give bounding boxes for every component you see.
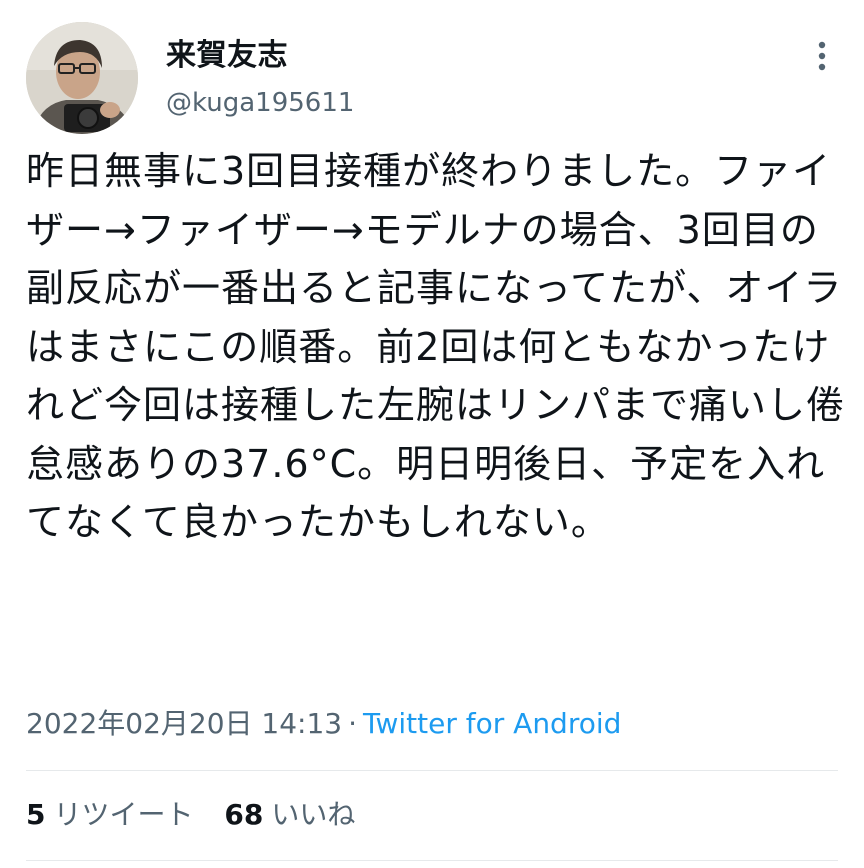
- tweet-source-link[interactable]: Twitter for Android: [363, 707, 621, 740]
- meta-separator: ·: [348, 707, 358, 740]
- avatar[interactable]: [26, 22, 138, 134]
- author-display-name[interactable]: 来賀友志: [166, 30, 288, 74]
- divider: [26, 860, 838, 861]
- more-options-button[interactable]: [804, 36, 840, 76]
- tweet-text: 昨日無事に3回目接種が終わりました。ファイザー→ファイザー→モデルナの場合、3回…: [26, 149, 846, 544]
- divider: [26, 770, 838, 771]
- profile-photo: [26, 22, 138, 134]
- tweet-meta: 2022年02月20日 14:13 · Twitter for Android: [26, 702, 621, 742]
- tweet-stats: 5 リツイート 68 いいね: [26, 793, 377, 833]
- likes-count: 68: [224, 798, 264, 831]
- retweets-stat[interactable]: 5 リツイート: [26, 798, 194, 831]
- more-vertical-icon: [818, 41, 826, 71]
- retweets-label: リツイート: [53, 798, 194, 831]
- tweet-timestamp[interactable]: 2022年02月20日 14:13: [26, 707, 342, 740]
- likes-label: いいね: [271, 798, 356, 831]
- author-handle[interactable]: @kuga195611: [166, 88, 354, 118]
- likes-stat[interactable]: 68 いいね: [224, 798, 355, 831]
- retweets-count: 5: [26, 798, 46, 831]
